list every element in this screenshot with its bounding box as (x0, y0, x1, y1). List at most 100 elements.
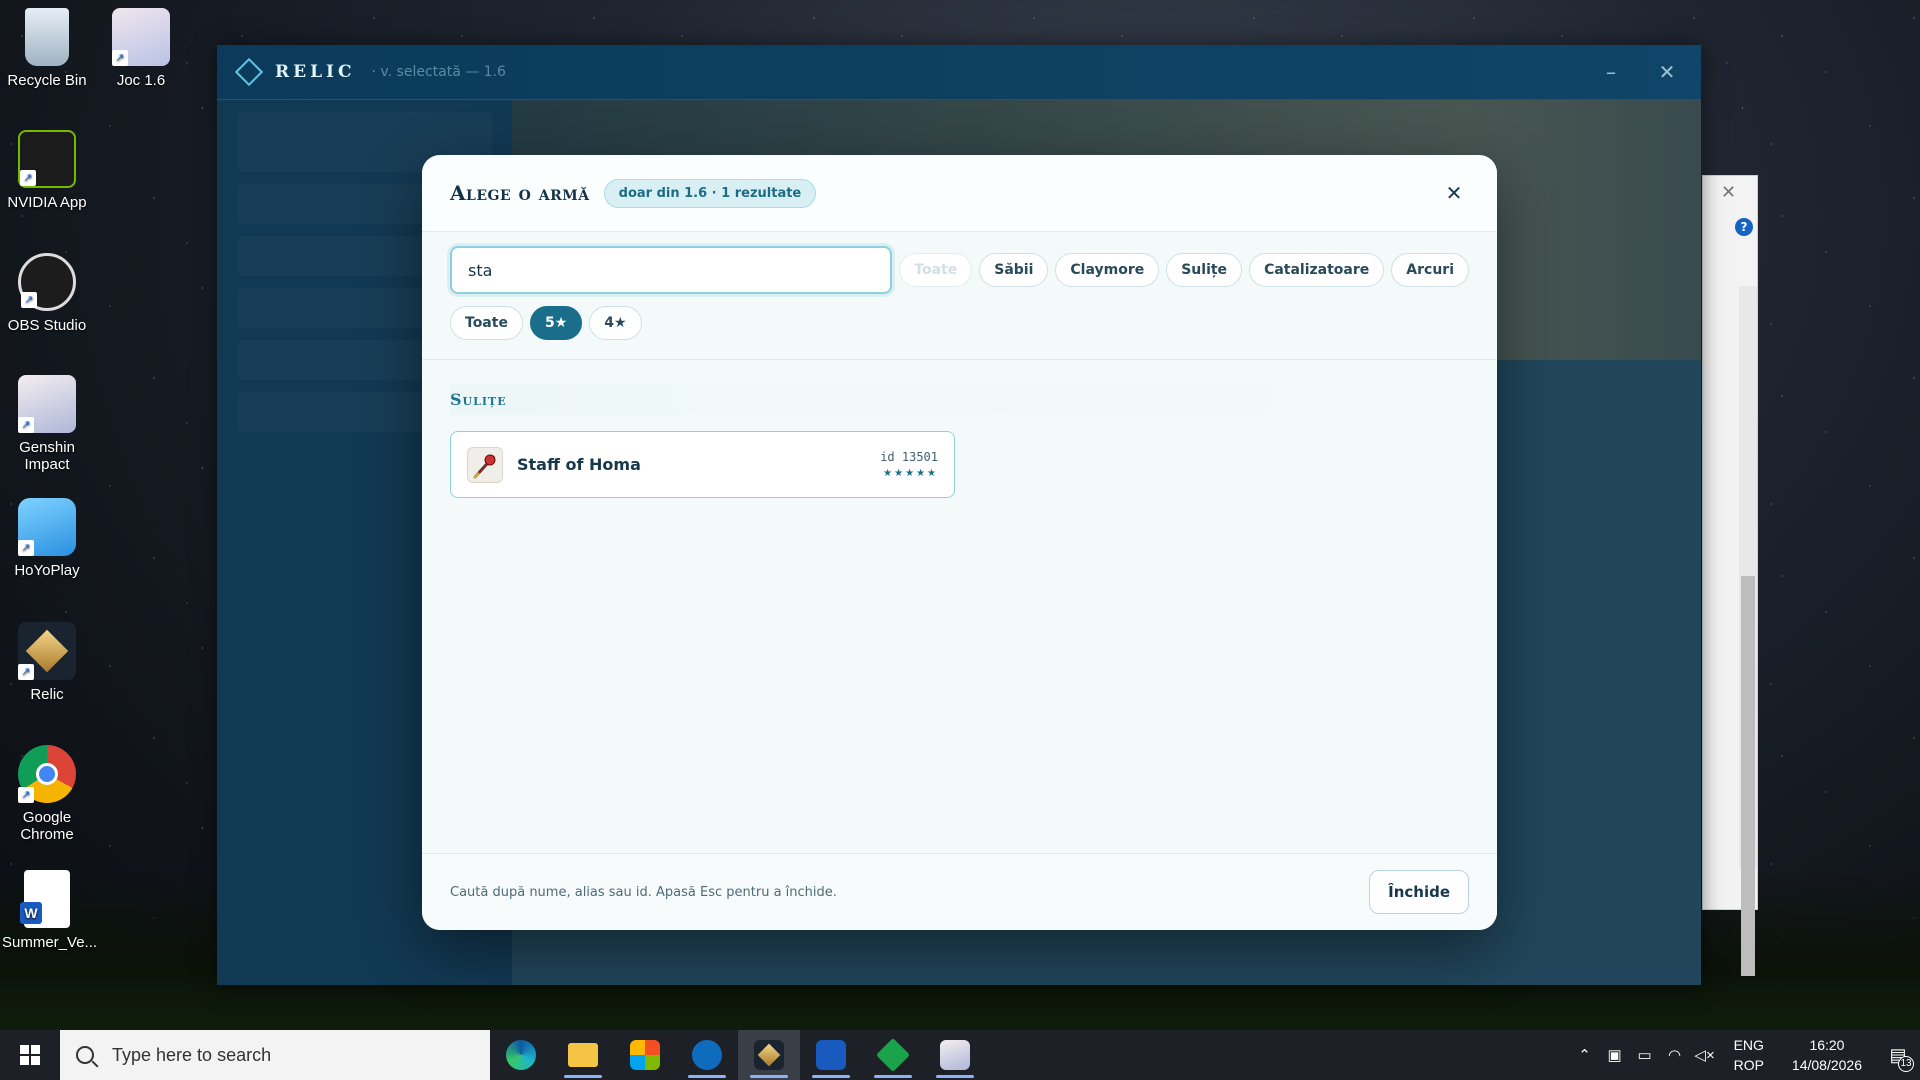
obs-icon: ↗ (18, 253, 76, 311)
notification-count: 13 (1898, 1055, 1914, 1072)
taskbar-app-genshin[interactable] (924, 1030, 986, 1080)
search-icon (76, 1046, 94, 1064)
taskbar-search-placeholder: Type here to search (112, 1044, 272, 1065)
file-explorer-icon (568, 1043, 598, 1067)
desktop-icon-label: OBS Studio (7, 317, 87, 334)
relic-icon: ↗ (18, 622, 76, 680)
outlook-icon (692, 1040, 722, 1070)
footer-hint: Caută după nume, alias sau id. Apasă Esc… (450, 884, 837, 900)
notification-center-button[interactable]: ▤ 13 (1876, 1045, 1920, 1072)
filter-type-claymore[interactable]: Claymore (1055, 253, 1160, 287)
modal-title: Alege o armă (450, 181, 590, 205)
desktop-icon-label: NVIDIA App (7, 194, 87, 211)
keyboard-layout: ROP (1733, 1057, 1764, 1073)
clock-date: 14/08/2026 (1791, 1057, 1862, 1073)
close-icon[interactable]: ✕ (1721, 182, 1736, 203)
desktop-icon-obs[interactable]: ↗ OBS Studio (2, 253, 92, 334)
relic-icon (754, 1040, 784, 1070)
taskbar-app-edge[interactable] (490, 1030, 552, 1080)
wifi-icon[interactable]: ◠ (1662, 1046, 1688, 1064)
battery-icon[interactable]: ▭ (1632, 1046, 1658, 1064)
relic-diamond-icon (234, 57, 264, 87)
filter-rarity-5-star[interactable]: 5★ (529, 306, 583, 340)
close-button[interactable]: Închide (1369, 870, 1469, 914)
word-document-icon: W (20, 870, 70, 928)
filter-rarity-all[interactable]: Toate (450, 306, 523, 340)
store-icon (630, 1040, 660, 1070)
system-tray: ⌃ ▣ ▭ ◠ ◁× ENG ROP 16:20 14/08/2026 ▤ 13 (1570, 1030, 1920, 1080)
desktop-icon-label: HoYoPlay (14, 562, 80, 579)
taskbar-app-outlook[interactable] (676, 1030, 738, 1080)
taskbar-app-green[interactable] (862, 1030, 924, 1080)
relic-titlebar: RELIC · v. selectată — 1.6 – ✕ (217, 45, 1701, 100)
scrollbar[interactable] (1739, 286, 1757, 976)
genshin-icon: ↗ (18, 375, 76, 433)
app-name: RELIC (275, 62, 356, 82)
nvidia-icon: ↗ (18, 130, 76, 188)
language-code: ENG (1733, 1037, 1764, 1053)
desktop-icon-nvidia[interactable]: ↗ NVIDIA App (2, 130, 92, 211)
group-title: Sulițe (450, 384, 1469, 415)
weapon-search-input[interactable] (450, 246, 893, 294)
taskbar-app-store[interactable] (614, 1030, 676, 1080)
weapon-picker-modal: Alege o armă doar din 1.6 · 1 rezultate … (422, 155, 1497, 930)
modal-header: Alege o armă doar din 1.6 · 1 rezultate … (422, 155, 1497, 232)
search-row: Toate Săbii Claymore Sulițe Catalizatoar… (422, 232, 1497, 294)
filter-type-polearms[interactable]: Sulițe (1166, 253, 1243, 287)
recycle-bin-icon (25, 8, 69, 66)
desktop-icon-label: Relic (30, 686, 64, 703)
desktop-icon-word-document[interactable]: W Summer_Ve... (2, 870, 98, 951)
modal-footer: Caută după nume, alias sau id. Apasă Esc… (422, 853, 1497, 930)
start-button[interactable] (0, 1030, 60, 1080)
results-list: Sulițe Staff of Homa id 13501 ★★★★★ (422, 359, 1497, 853)
desktop-icon-joc[interactable]: ↗ Joc 1.6 (96, 8, 186, 89)
polearm-weapon-icon (467, 446, 503, 483)
desktop-icon-label: Recycle Bin (7, 72, 87, 89)
filter-type-bows[interactable]: Arcuri (1391, 253, 1469, 287)
green-app-icon (876, 1038, 910, 1072)
edge-icon (506, 1040, 536, 1070)
filter-type-swords[interactable]: Săbii (979, 253, 1049, 287)
desktop-icon-recycle-bin[interactable]: Recycle Bin (2, 8, 92, 89)
filter-rarity-4-star[interactable]: 4★ (589, 306, 642, 340)
weapon-rarity-stars: ★★★★★ (883, 468, 938, 479)
minimize-button[interactable]: – (1591, 55, 1631, 89)
desktop-icon-label: Joc 1.6 (116, 72, 166, 89)
weapon-meta: id 13501 ★★★★★ (880, 450, 938, 479)
volume-muted-icon[interactable]: ◁× (1692, 1046, 1718, 1064)
background-dialog-window[interactable]: ✕ ? (1702, 175, 1758, 976)
device-icon[interactable]: ▣ (1602, 1046, 1628, 1064)
app-version: · v. selectată — 1.6 (371, 64, 506, 80)
word-icon (816, 1040, 846, 1070)
desktop-icon-label: Genshin Impact (19, 439, 75, 473)
results-badge: doar din 1.6 · 1 rezultate (603, 178, 817, 208)
scrollbar-thumb[interactable] (1741, 576, 1755, 976)
filter-type-catalysts[interactable]: Catalizatoare (1249, 253, 1385, 287)
taskbar-app-file-explorer[interactable] (552, 1030, 614, 1080)
desktop-icon-genshin[interactable]: ↗ Genshin Impact (2, 375, 92, 473)
window-close-button[interactable]: ✕ (1647, 55, 1687, 89)
filter-type-all[interactable]: Toate (899, 253, 973, 287)
clock[interactable]: 16:20 14/08/2026 (1792, 1035, 1862, 1075)
genshin-icon (940, 1040, 970, 1070)
modal-close-icon[interactable]: ✕ (1439, 178, 1469, 208)
help-icon[interactable]: ? (1735, 218, 1753, 236)
windows-logo-icon (20, 1045, 40, 1065)
desktop-icon-hoyoplay[interactable]: ↗ HoYoPlay (2, 498, 92, 579)
taskbar-search[interactable]: Type here to search (60, 1030, 490, 1080)
weapon-id: id 13501 (880, 450, 938, 464)
taskbar-app-relic[interactable] (738, 1030, 800, 1080)
taskbar-app-word[interactable] (800, 1030, 862, 1080)
weapon-result-card[interactable]: Staff of Homa id 13501 ★★★★★ (450, 431, 955, 498)
chevron-up-icon[interactable]: ⌃ (1572, 1046, 1598, 1064)
language-indicator[interactable]: ENG ROP (1734, 1035, 1764, 1075)
weapon-name: Staff of Homa (517, 455, 641, 474)
desktop-icon-label: Google Chrome (20, 809, 74, 843)
desktop-icon-chrome[interactable]: ↗ Google Chrome (2, 745, 92, 843)
desktop-icon-label: Summer_Ve... (2, 934, 98, 951)
chrome-icon: ↗ (18, 745, 76, 803)
taskbar: Type here to search ⌃ ▣ ▭ ◠ ◁× ENG ROP 1… (0, 1030, 1920, 1080)
game-shortcut-icon: ↗ (112, 8, 170, 66)
rarity-row: Toate 5★ 4★ (422, 294, 1497, 340)
desktop-icon-relic[interactable]: ↗ Relic (2, 622, 92, 703)
